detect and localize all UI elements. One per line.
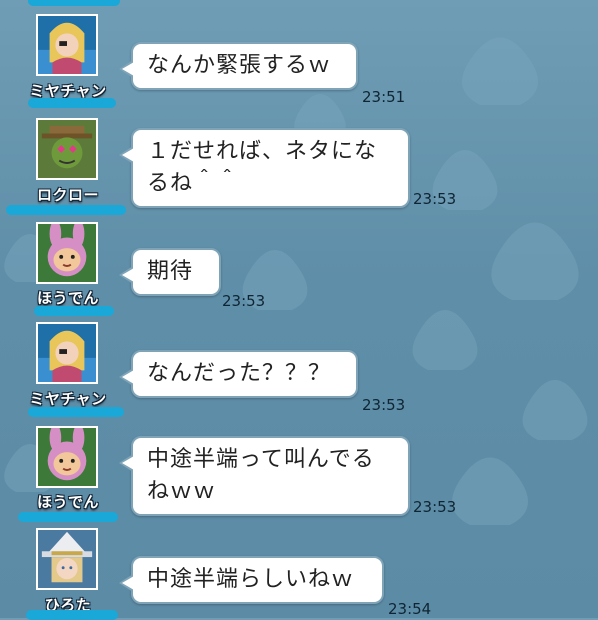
sender-name: ほうでん	[36, 493, 99, 511]
sender-name: ミヤチャン	[29, 390, 107, 408]
blonde-eyepatch-avatar-icon[interactable]	[36, 14, 98, 76]
message-time: 23:54	[388, 600, 432, 618]
message-bubble: なんか緊張するｗ	[119, 42, 358, 90]
message-time: 23:53	[362, 396, 406, 414]
message-time: 23:53	[413, 498, 457, 516]
sender-name: ロクロー	[36, 186, 99, 204]
message-text: 中途半端って叫んでる	[147, 447, 375, 472]
sender-name-underline	[26, 610, 118, 620]
green-goblin-hat-avatar-icon[interactable]	[36, 118, 98, 180]
sender-name: ほうでん	[36, 289, 99, 307]
message-bubble: 期待	[119, 248, 221, 296]
message-text: なんだった？？？	[147, 361, 332, 386]
message-text: 中途半端らしいねｗ	[147, 567, 355, 592]
pink-rabbit-hood-avatar-icon[interactable]	[36, 426, 98, 488]
message-text: １だせれば、ネタにな	[147, 139, 378, 164]
message-bubble: 中途半端らしいねｗ	[119, 556, 384, 604]
sender-name-underline	[6, 205, 126, 215]
message-time: 23:53	[413, 190, 457, 208]
previous-name-underline	[28, 0, 120, 6]
message-text: ねｗｗ	[147, 479, 217, 504]
message-time: 23:53	[222, 292, 266, 310]
sender-name-underline	[18, 512, 118, 522]
sender-name-underline	[28, 98, 116, 108]
pink-rabbit-hood-avatar-icon[interactable]	[36, 222, 98, 284]
sender-name-underline	[34, 306, 114, 316]
message-bubble: 中途半端って叫んでる ねｗｗ	[119, 436, 410, 516]
message-time: 23:51	[362, 88, 406, 106]
message-text: るね＾＾	[147, 171, 240, 196]
message-bubble: なんだった？？？	[119, 350, 358, 398]
blonde-eyepatch-avatar-icon[interactable]	[36, 322, 98, 384]
message-text: なんか緊張するｗ	[147, 53, 332, 78]
sender-name-underline	[28, 407, 124, 417]
message-text: 期待	[147, 259, 194, 284]
message-bubble: １だせれば、ネタにな るね＾＾	[119, 128, 410, 208]
white-witch-hat-avatar-icon[interactable]	[36, 528, 98, 590]
